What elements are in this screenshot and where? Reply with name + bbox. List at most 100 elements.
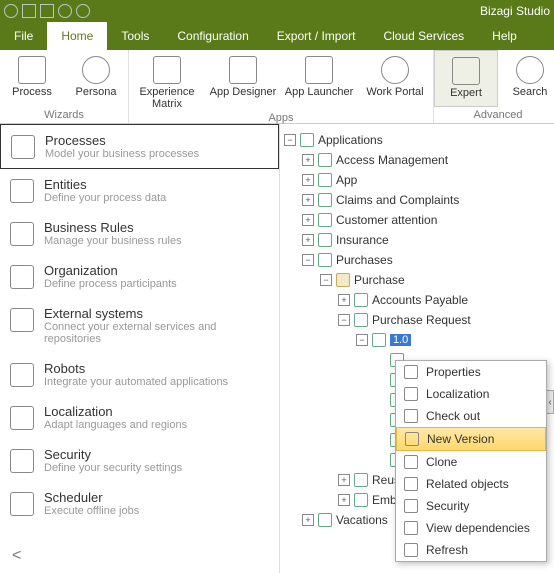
app-launcher-icon [305,56,333,84]
entities-icon [10,179,34,203]
expand-icon[interactable]: + [338,474,350,486]
tree-label: Purchases [336,253,393,267]
sidebar-item-desc: Define your security settings [44,462,182,474]
context-localization[interactable]: Localization [396,383,546,405]
context-check-out[interactable]: Check out [396,405,546,427]
sidebar-item-title: Security [44,447,182,462]
node-icon [318,513,332,527]
expand-icon[interactable]: − [338,314,350,326]
ribbon-app-launcher[interactable]: App Launcher [281,50,357,110]
expand-icon[interactable]: − [320,274,332,286]
expand-icon[interactable]: + [302,174,314,186]
menu-export-import[interactable]: Export / Import [263,22,370,50]
ribbon-app-designer[interactable]: App Designer [205,50,281,110]
context-item-icon [404,543,418,557]
qat-icon-1[interactable] [22,4,36,18]
sidebar-item-title: Business Rules [44,220,182,235]
search-icon [516,56,544,84]
security-icon [10,449,34,473]
tree-root[interactable]: − Applications [280,130,554,150]
tree-label: Access Management [336,153,448,167]
expand-icon[interactable]: − [356,334,368,346]
tree-row[interactable]: +Claims and Complaints [280,190,554,210]
menu-tools[interactable]: Tools [107,22,163,50]
expand-icon[interactable]: + [302,514,314,526]
ribbon-group-label: Advanced [434,107,554,123]
sidebar-item-entities[interactable]: EntitiesDefine your process data [0,169,279,212]
tree-row[interactable]: − Purchases [280,250,554,270]
tree-row[interactable]: +Customer attention [280,210,554,230]
expand-icon[interactable]: + [338,294,350,306]
sidebar-item-title: External systems [44,306,269,321]
ribbon-expert[interactable]: Expert [434,50,498,107]
sidebar-item-localization[interactable]: LocalizationAdapt languages and regions [0,396,279,439]
context-menu: PropertiesLocalizationCheck outNew Versi… [395,360,547,562]
context-item-icon [404,455,418,469]
context-clone[interactable]: Clone [396,451,546,473]
expand-icon[interactable]: + [302,194,314,206]
expand-icon[interactable]: + [302,154,314,166]
tree-row[interactable]: +Insurance [280,230,554,250]
tree-row[interactable]: + Access Management [280,150,554,170]
sidebar-item-security[interactable]: SecurityDefine your security settings [0,439,279,482]
folder-icon [336,273,350,287]
sidebar-item-scheduler[interactable]: SchedulerExecute offline jobs [0,482,279,525]
ribbon-label: Work Portal [366,86,423,98]
node-icon [318,153,332,167]
app-title: Bizagi Studio [480,4,550,18]
menu-file[interactable]: File [0,22,47,50]
ribbon-label: Experience Matrix [129,86,205,110]
ribbon-process[interactable]: Process [0,50,64,107]
applications-icon [300,133,314,147]
tree-row[interactable]: +App [280,170,554,190]
sidebar-item-external-systems[interactable]: External systemsConnect your external se… [0,298,279,353]
ribbon-experience-matrix[interactable]: Experience Matrix [129,50,205,110]
qat-icon-3[interactable] [58,4,72,18]
sidebar-item-organization[interactable]: OrganizationDefine process participants [0,255,279,298]
sidebar-item-desc: Integrate your automated applications [44,376,228,388]
expand-icon[interactable]: + [302,234,314,246]
ribbon-search[interactable]: Search [498,50,554,107]
context-new-version[interactable]: New Version [396,427,546,451]
expand-icon[interactable]: − [284,134,296,146]
version-badge: 1.0 [390,334,411,346]
ribbon-persona[interactable]: Persona [64,50,128,107]
context-item-icon [404,477,418,491]
tree-row[interactable]: − Purchase [280,270,554,290]
sidebar-item-business-rules[interactable]: Business RulesManage your business rules [0,212,279,255]
node-icon [354,493,368,507]
right-edge-tab[interactable]: ‹ [546,390,554,414]
qat-icon-2[interactable] [40,4,54,18]
tree-row[interactable]: − 1.0 [280,330,554,350]
menu-cloud-services[interactable]: Cloud Services [369,22,478,50]
context-item-icon [404,499,418,513]
experience-matrix-icon [153,56,181,84]
context-item-label: Related objects [426,477,509,491]
sidebar-item-title: Scheduler [44,490,139,505]
menu-configuration[interactable]: Configuration [163,22,262,50]
context-refresh[interactable]: Refresh [396,539,546,561]
context-properties[interactable]: Properties [396,361,546,383]
collapse-sidebar-button[interactable]: < [0,539,279,573]
qat-icon-4[interactable] [76,4,90,18]
tree-row[interactable]: +Accounts Payable [280,290,554,310]
process-icon [18,56,46,84]
sidebar-item-title: Localization [44,404,187,419]
context-security[interactable]: Security [396,495,546,517]
tree-label: Vacations [336,513,388,527]
expand-icon[interactable]: + [302,214,314,226]
menu-home[interactable]: Home [47,22,107,50]
expand-icon[interactable]: + [338,494,350,506]
sidebar-item-robots[interactable]: RobotsIntegrate your automated applicati… [0,353,279,396]
expand-icon[interactable]: − [302,254,314,266]
sidebar-item-title: Entities [44,177,166,192]
menu-help[interactable]: Help [478,22,531,50]
tree-label: Purchase [354,273,405,287]
context-view-dependencies[interactable]: View dependencies [396,517,546,539]
sidebar-item-desc: Adapt languages and regions [44,419,187,431]
sidebar-item-processes[interactable]: ProcessesModel your business processes [0,124,279,169]
tree-label: Purchase Request [372,313,471,327]
context-related-objects[interactable]: Related objects [396,473,546,495]
ribbon-work-portal[interactable]: Work Portal [357,50,433,110]
tree-row[interactable]: − Purchase Request [280,310,554,330]
